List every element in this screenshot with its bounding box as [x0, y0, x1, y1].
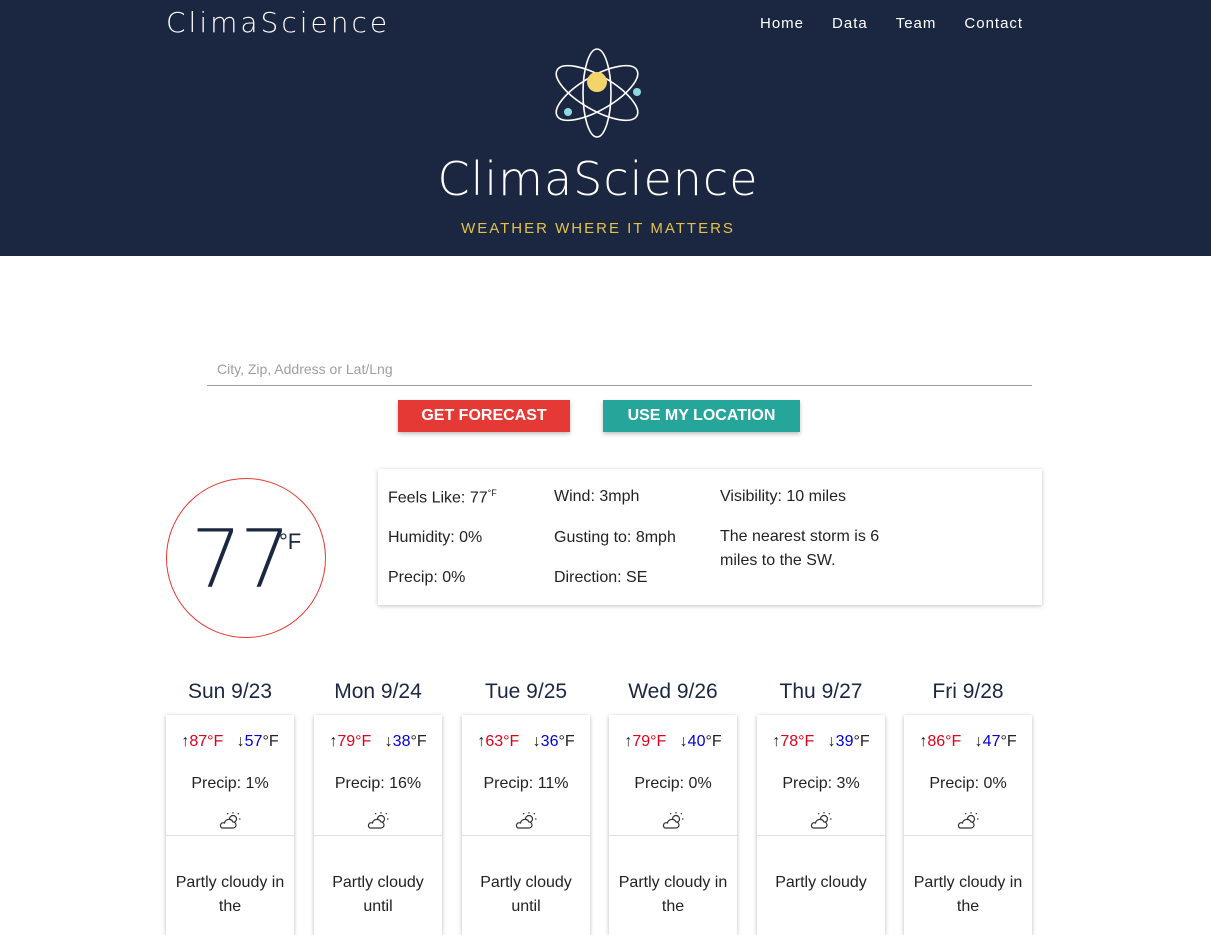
forecast-low: 36: [540, 733, 559, 750]
partly-cloudy-icon: [514, 811, 538, 831]
forecast-day-title: Wed 9/26: [628, 680, 718, 703]
low-arrow: ↓: [384, 733, 393, 750]
forecast-high: 79: [632, 733, 651, 750]
brand-link[interactable]: ClimaScience: [166, 6, 390, 39]
gusting-text: Gusting to: 8mph: [554, 529, 676, 546]
forecast-summary: Partly cloudy: [775, 874, 867, 891]
card-divider: [314, 835, 442, 836]
card-divider: [462, 835, 590, 836]
high-unit: °F: [207, 733, 224, 750]
atom-logo-icon: [555, 48, 641, 138]
nav-data-link[interactable]: Data: [832, 15, 868, 32]
forecast-card: ↑63°F ↓36°F Precip: 11% Partly cloudy unti…: [462, 715, 590, 935]
current-temp-value: 77: [191, 513, 291, 606]
forecast-hi-lo: ↑79°F ↓40°F: [609, 733, 737, 751]
forecast-hi-lo: ↑63°F ↓36°F: [462, 733, 590, 751]
card-divider: [609, 835, 737, 836]
low-unit: °F: [1000, 733, 1017, 750]
use-my-location-button[interactable]: USE MY LOCATION: [603, 400, 800, 432]
location-search-input[interactable]: [207, 352, 1032, 386]
forecast-day-title: Fri 9/28: [932, 680, 1004, 703]
forecast-hi-lo: ↑87°F ↓57°F: [166, 733, 294, 751]
forecast-day-title: Mon 9/24: [334, 680, 422, 703]
low-unit: °F: [853, 733, 870, 750]
forecast-precip: Precip: 3%: [782, 775, 860, 792]
main-nav: Home Data Team Contact: [760, 15, 1051, 32]
card-divider: [757, 835, 885, 836]
forecast-hi-lo: ↑86°F ↓47°F: [904, 733, 1032, 751]
get-forecast-button[interactable]: GET FORECAST: [398, 400, 570, 432]
high-unit: °F: [798, 733, 815, 750]
partly-cloudy-icon: [956, 811, 980, 831]
forecast-low: 39: [835, 733, 854, 750]
forecast-low: 38: [392, 733, 411, 750]
high-unit: °F: [503, 733, 520, 750]
forecast-high: 63: [485, 733, 504, 750]
low-arrow: ↓: [974, 733, 983, 750]
nav-contact-link[interactable]: Contact: [964, 15, 1023, 32]
site-header: ClimaScience Home Data Team Contact Clim…: [0, 0, 1211, 256]
forecast-summary: Partly cloudy until: [480, 874, 572, 915]
forecast-precip: Precip: 0%: [929, 775, 1007, 792]
forecast-card: ↑78°F ↓39°F Precip: 3% Partly cloudy: [757, 715, 885, 935]
card-divider: [904, 835, 1032, 836]
wind-text: Wind: 3mph: [554, 488, 640, 505]
low-arrow: ↓: [236, 733, 245, 750]
visibility-text: Visibility: 10 miles: [720, 488, 846, 505]
forecast-precip: Precip: 0%: [634, 775, 712, 792]
feels-like-text: Feels Like: 77°F: [388, 488, 497, 507]
high-unit: °F: [945, 733, 962, 750]
forecast-precip: Precip: 16%: [334, 775, 422, 792]
forecast-card: ↑87°F ↓57°F Precip: 1% Partly cloudy in th…: [166, 715, 294, 935]
forecast-high: 86: [927, 733, 946, 750]
nav-team-link[interactable]: Team: [896, 15, 937, 32]
forecast-precip: Precip: 1%: [191, 775, 269, 792]
current-temp-unit: °F: [279, 529, 302, 554]
forecast-card: ↑79°F ↓38°F Precip: 16% Partly cloudy unti…: [314, 715, 442, 935]
direction-text: Direction: SE: [554, 569, 648, 586]
precip-text: Precip: 0%: [388, 569, 466, 586]
forecast-low: 40: [687, 733, 706, 750]
forecast-precip: Precip: 11%: [483, 775, 569, 792]
forecast-summary: Partly cloudy until: [332, 874, 424, 915]
forecast-high: 78: [780, 733, 799, 750]
low-arrow: ↓: [679, 733, 688, 750]
forecast-day-title: Sun 9/23: [187, 680, 273, 703]
forecast-day-title: Tue 9/25: [484, 680, 568, 703]
forecast-summary: Partly cloudy in the: [913, 874, 1023, 915]
forecast-day-title: Thu 9/27: [779, 680, 863, 703]
partly-cloudy-icon: [366, 811, 390, 831]
low-unit: °F: [558, 733, 575, 750]
low-unit: °F: [410, 733, 427, 750]
partly-cloudy-icon: [661, 811, 685, 831]
forecast-card: ↑86°F ↓47°F Precip: 0% Partly cloudy in th…: [904, 715, 1032, 935]
forecast-summary: Partly cloudy in the: [175, 874, 285, 915]
storm-text: The nearest storm is 6 miles to the SW.: [720, 528, 880, 569]
card-divider: [166, 835, 294, 836]
low-unit: °F: [262, 733, 279, 750]
hero-title: ClimaScience: [437, 152, 759, 206]
high-unit: °F: [650, 733, 667, 750]
humidity-text: Humidity: 0%: [388, 529, 483, 546]
partly-cloudy-icon: [218, 811, 242, 831]
partly-cloudy-icon: [809, 811, 833, 831]
low-arrow: ↓: [532, 733, 541, 750]
forecast-summary: Partly cloudy in the: [618, 874, 728, 915]
high-unit: °F: [355, 733, 372, 750]
forecast-low: 57: [244, 733, 263, 750]
forecast-hi-lo: ↑78°F ↓39°F: [757, 733, 885, 751]
low-unit: °F: [705, 733, 722, 750]
forecast-hi-lo: ↑79°F ↓38°F: [314, 733, 442, 751]
forecast-high: 87: [189, 733, 208, 750]
forecast-low: 47: [982, 733, 1001, 750]
low-arrow: ↓: [827, 733, 836, 750]
current-temp-circle: 77 °F: [166, 478, 326, 638]
nav-home-link[interactable]: Home: [760, 15, 804, 32]
forecast-card: ↑79°F ↓40°F Precip: 0% Partly cloudy in th…: [609, 715, 737, 935]
hero-tagline: WEATHER WHERE IT MATTERS: [461, 220, 735, 237]
forecast-high: 79: [337, 733, 356, 750]
current-details-card: Feels Like: 77°F Humidity: 0% Precip: 0%…: [378, 469, 1042, 605]
